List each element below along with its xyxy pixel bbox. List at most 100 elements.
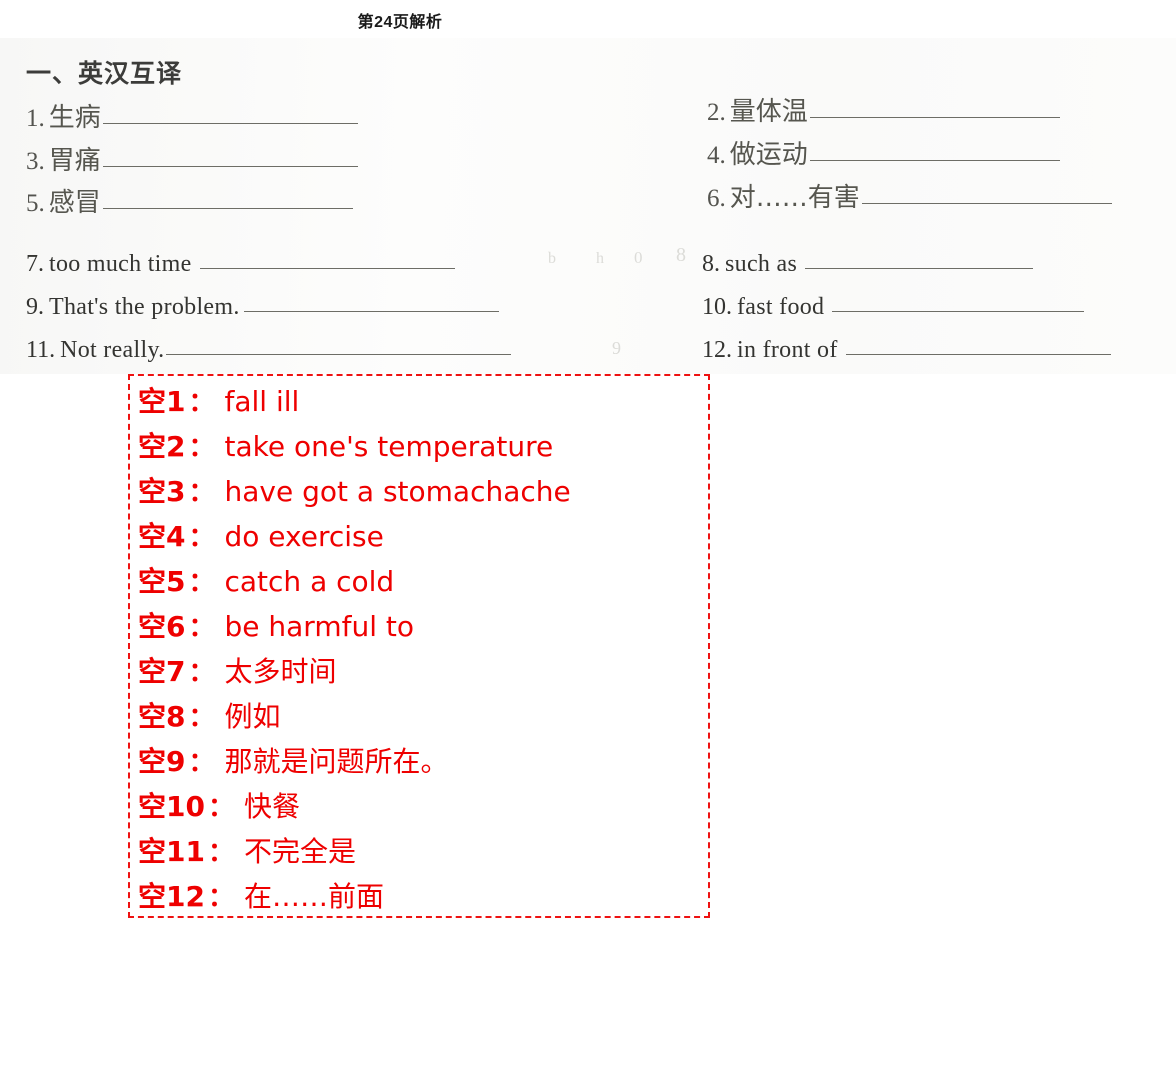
answer-text: have got a stomachache [224,475,571,508]
answer-row: 空2 ： take one's temperature [138,425,704,470]
worksheet-scan-content: 一、英汉互译 1. 生病 2. 量体温 3. 胃痛 4. 做运动 5. 感冒 6… [0,38,1176,374]
item-number: 9. [26,294,44,320]
worksheet-scan-image: 一、英汉互译 1. 生病 2. 量体温 3. 胃痛 4. 做运动 5. 感冒 6… [0,38,1176,374]
answer-label: 空11 [138,835,205,868]
answer-text: 例如 [224,700,281,733]
worksheet-item-2: 2. 量体温 [707,91,1060,128]
item-prompt: 感冒 [48,188,101,218]
worksheet-item-11: 11. Not really. [26,337,512,364]
answer-blank[interactable] [102,207,353,209]
answer-key-list: 空1 ： fall ill 空2 ： take one's temperatur… [138,380,704,920]
answer-label: 空10 [138,790,205,823]
item-number: 4. [707,142,726,169]
worksheet-item-7: 7. too much time [26,251,455,278]
answer-blank[interactable] [166,353,512,355]
answer-text: 不完全是 [243,835,356,868]
answer-colon: ： [188,658,215,688]
worksheet-item-12: 12. in front of [702,337,1111,364]
answer-row: 空12 ： 在……前面 [138,875,704,920]
answer-blank[interactable] [809,116,1060,118]
scan-artifact: 0 [634,248,643,267]
worksheet-item-5: 5. 感冒 [26,182,353,219]
item-number: 2. [707,99,726,126]
answer-row: 空10 ： 快餐 [138,785,704,830]
worksheet-item-10: 10. fast food [702,294,1085,321]
answer-text: 那就是问题所在。 [224,745,449,778]
answer-colon: ： [207,793,234,823]
answer-colon: ： [188,388,215,418]
worksheet-item-9: 9. That's the problem. [26,294,499,321]
worksheet-item-3: 3. 胃痛 [26,140,358,177]
answer-text: 快餐 [243,790,300,823]
item-prompt: such as [725,251,798,277]
item-prompt: That's the problem. [49,294,240,320]
answer-text: 太多时间 [224,655,337,688]
scan-artifact: h [596,250,604,267]
item-prompt: fast food [737,294,825,320]
answer-label: 空8 [138,700,186,733]
answer-colon: ： [207,883,234,913]
answer-row: 空1 ： fall ill [138,380,704,425]
answer-label: 空7 [138,655,186,688]
answer-row: 空5 ： catch a cold [138,560,704,605]
item-number: 12. [702,337,732,363]
scan-artifact: 9 [612,338,621,358]
answer-colon: ： [188,523,215,553]
item-number: 1. [26,105,45,132]
item-prompt: 对……有害 [729,183,860,213]
answer-label: 空6 [138,610,186,643]
answer-text: catch a cold [224,565,395,598]
answer-label: 空3 [138,475,186,508]
item-number: 5. [26,190,45,217]
item-prompt: 做运动 [729,140,808,170]
answer-colon: ： [188,568,215,598]
answer-colon: ： [188,613,215,643]
item-number: 8. [702,251,720,277]
answer-blank[interactable] [809,159,1060,161]
answer-blank[interactable] [243,310,499,312]
item-prompt: in front of [737,337,838,363]
answer-row: 空4 ： do exercise [138,515,704,560]
answer-blank[interactable] [861,202,1112,204]
answer-row: 空7 ： 太多时间 [138,650,704,695]
item-number: 7. [26,251,44,277]
scan-artifact: 8 [676,244,686,266]
answer-label: 空12 [138,880,205,913]
answer-row: 空9 ： 那就是问题所在。 [138,740,704,785]
answer-row: 空8 ： 例如 [138,695,704,740]
item-prompt: 胃痛 [48,146,101,176]
answer-label: 空5 [138,565,186,598]
answer-blank[interactable] [832,310,1085,312]
answer-colon: ： [188,433,215,463]
answer-blank[interactable] [845,353,1111,355]
worksheet-item-1: 1. 生病 [26,97,358,134]
section-heading: 一、英汉互译 [26,59,183,88]
answer-colon: ： [188,703,215,733]
answer-label: 空2 [138,430,186,463]
answer-blank[interactable] [102,165,358,167]
answer-blank[interactable] [199,267,455,269]
answer-blank[interactable] [102,122,358,124]
item-prompt: Not really. [60,337,165,363]
answer-text: 在……前面 [243,880,384,913]
item-number: 11. [26,337,56,363]
answer-text: fall ill [224,385,300,418]
answer-label: 空9 [138,745,186,778]
scan-artifact: b [548,250,556,267]
answer-colon: ： [207,838,234,868]
worksheet-item-4: 4. 做运动 [707,134,1060,171]
answer-colon: ： [188,478,215,508]
item-prompt: 量体温 [729,97,808,127]
answer-row: 空11 ： 不完全是 [138,830,704,875]
item-prompt: too much time [49,251,192,277]
answer-label: 空1 [138,385,186,418]
answer-key-box: 空1 ： fall ill 空2 ： take one's temperatur… [128,374,710,918]
answer-blank[interactable] [805,267,1034,269]
answer-row: 空3 ： have got a stomachache [138,470,704,515]
answer-label: 空4 [138,520,186,553]
worksheet-item-6: 6. 对……有害 [707,177,1112,214]
item-number: 3. [26,148,45,175]
item-number: 10. [702,294,732,320]
answer-text: do exercise [224,520,384,553]
answer-row: 空6 ： be harmful to [138,605,704,650]
